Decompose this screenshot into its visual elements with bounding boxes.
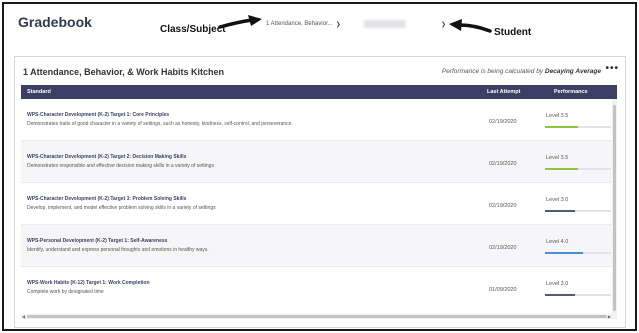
performance-bar — [545, 210, 611, 212]
last-attempt-date: 01/09/2020 — [489, 287, 517, 293]
annotation-arrow-right-icon — [218, 15, 262, 29]
chevron-down-icon: ❯ — [440, 21, 446, 28]
calculation-note-prefix: Performance is being calculated by — [441, 68, 544, 75]
class-subject-select[interactable]: 1 Attendance, Behavior... ❯ — [266, 18, 356, 30]
performance-bar-fill — [545, 210, 575, 212]
standard-title[interactable]: WPS-Character Development (K-2) Target 1… — [27, 112, 169, 118]
gradebook-window: Gradebook Class/Subject 1 Attendance, Be… — [2, 2, 637, 331]
standard-title[interactable]: WPS-Character Development (K-2) Target 3… — [27, 196, 186, 202]
performance-level: Level 3.5 — [546, 155, 569, 161]
performance-level: Level 3.0 — [546, 197, 569, 203]
annotation-arrow-left-icon — [449, 19, 492, 33]
scroll-right-icon[interactable]: ▶ — [608, 314, 611, 319]
performance-level: Level 3.0 — [546, 281, 569, 287]
standards-table: Standard Last Attempt Performance WPS-Ch… — [21, 85, 617, 319]
performance-bar-fill — [545, 126, 578, 128]
calculation-method: Decaying Average — [544, 68, 601, 75]
class-subject-value: 1 Attendance, Behavior... — [266, 21, 333, 27]
class-title: 1 Attendance, Behavior, & Work Habits Ki… — [23, 67, 225, 77]
horizontal-scrollbar-thumb[interactable] — [27, 315, 607, 318]
class-subject-annotation: Class/Subject — [160, 24, 226, 35]
more-options-button[interactable]: ••• — [605, 63, 619, 74]
performance-level: Level 3.5 — [546, 113, 569, 119]
vertical-scrollbar[interactable] — [612, 99, 617, 317]
performance-bar-fill — [545, 168, 578, 170]
scroll-left-icon[interactable]: ◀ — [22, 314, 25, 319]
student-annotation: Student — [494, 27, 532, 38]
performance-bar — [545, 294, 611, 296]
column-header-last-attempt[interactable]: Last Attempt — [487, 89, 520, 95]
last-attempt-date: 02/19/2020 — [489, 161, 517, 167]
performance-level: Level 4.0 — [546, 239, 569, 245]
last-attempt-date: 02/19/2020 — [489, 203, 517, 209]
student-select[interactable]: ❯ — [364, 18, 446, 30]
student-name-redacted — [364, 20, 406, 28]
last-attempt-date: 02/19/2020 — [489, 119, 517, 125]
horizontal-scrollbar[interactable]: ◀ ▶ — [21, 314, 617, 319]
performance-bar-fill — [545, 252, 584, 254]
table-row[interactable]: WPS-Character Development (K-2) Target 1… — [21, 99, 617, 141]
column-header-standard[interactable]: Standard — [27, 89, 51, 95]
standard-description: Develop, implement, and model effective … — [27, 205, 216, 211]
standard-description: Complete work by designated time — [27, 289, 104, 295]
card-header: 1 Attendance, Behavior, & Work Habits Ki… — [15, 57, 625, 85]
table-row[interactable]: WPS-Character Development (K-2) Target 2… — [21, 141, 617, 183]
table-row[interactable]: WPS-Personal Development (K-2) Target 1:… — [21, 225, 617, 267]
calculation-note: Performance is being calculated by Decay… — [442, 68, 601, 75]
standard-description: Identify, understand and express persona… — [27, 247, 209, 253]
standard-title[interactable]: WPS-Character Development (K-2) Target 2… — [27, 154, 186, 160]
standard-title[interactable]: WPS-Personal Development (K-2) Target 1:… — [27, 238, 167, 244]
performance-bar-fill — [545, 294, 575, 296]
gradebook-header: Gradebook Class/Subject 1 Attendance, Be… — [4, 4, 635, 52]
table-row[interactable]: WPS-Character Development (K-2) Target 3… — [21, 183, 617, 225]
vertical-scrollbar-thumb[interactable] — [613, 105, 616, 311]
page-title: Gradebook — [18, 14, 92, 30]
standard-title[interactable]: WPS-Work Habits (K-12) Target 1: Work Co… — [27, 280, 150, 286]
table-header: Standard Last Attempt Performance — [21, 85, 617, 99]
performance-bar — [545, 252, 611, 254]
standard-description: Demonstrates responsible and effective d… — [27, 163, 214, 169]
standard-description: Demonstrates traits of good character in… — [27, 121, 292, 127]
gradebook-card: 1 Attendance, Behavior, & Work Habits Ki… — [14, 56, 626, 328]
table-row[interactable]: WPS-Work Habits (K-12) Target 1: Work Co… — [21, 267, 617, 309]
chevron-down-icon: ❯ — [335, 21, 341, 28]
performance-bar — [545, 168, 611, 170]
column-header-performance[interactable]: Performance — [554, 89, 588, 95]
last-attempt-date: 02/19/2020 — [489, 245, 517, 251]
performance-bar — [545, 126, 611, 128]
